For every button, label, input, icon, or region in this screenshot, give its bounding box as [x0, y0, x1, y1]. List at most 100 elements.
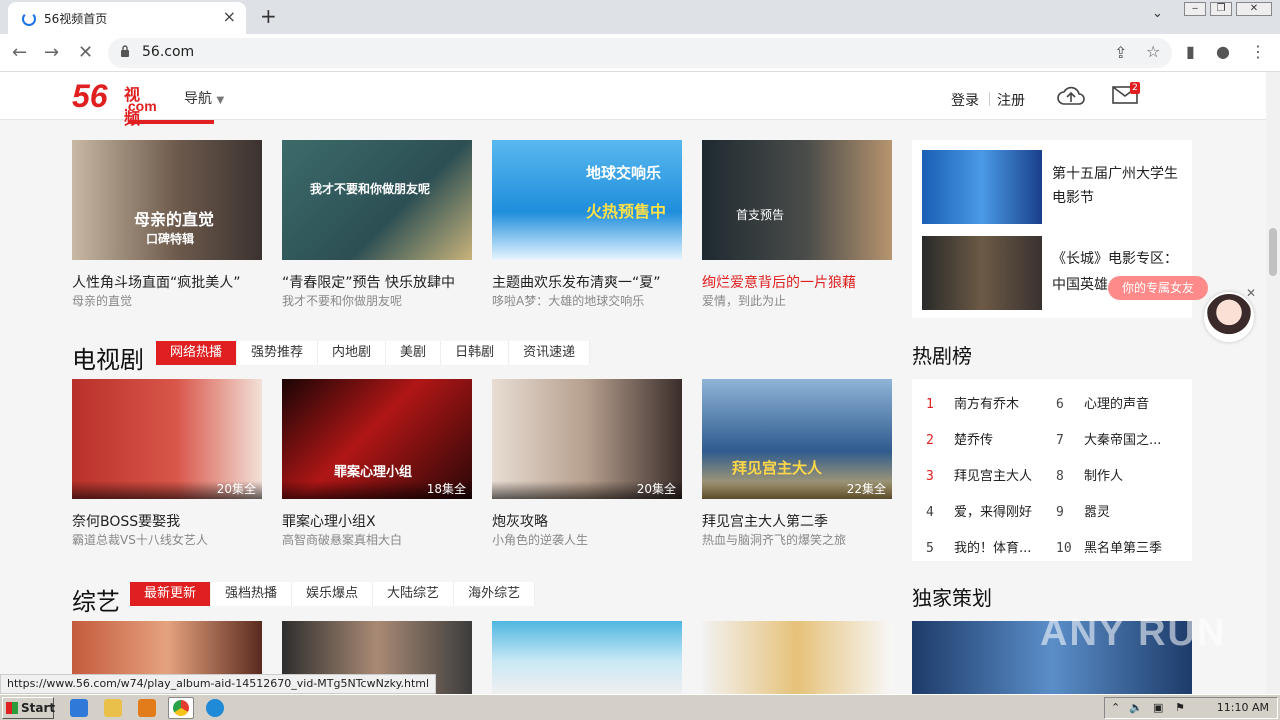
tv-title-1[interactable]: 奈何BOSS要娶我 [72, 511, 262, 531]
profile-icon[interactable]: ● [1216, 42, 1230, 61]
tab-variety-2[interactable]: 娱乐爆点 [292, 582, 374, 606]
movie-title-1[interactable]: 人性角斗场直面“疯批美人” [72, 272, 262, 292]
upload-cloud-icon[interactable] [1056, 84, 1086, 108]
edge-icon[interactable] [206, 699, 224, 717]
rank-item[interactable]: 6 心理的声音 [1056, 393, 1149, 412]
media-player-icon[interactable] [138, 699, 156, 717]
movie-thumb-3[interactable]: 地球交响乐 火热预售中 [492, 140, 682, 260]
movie-thumb-4[interactable]: 首支预告 [702, 140, 892, 260]
tab-tv-0[interactable]: 网络热播 [156, 341, 238, 365]
back-icon[interactable]: ← [12, 42, 27, 63]
tab-close-icon[interactable]: × [223, 7, 236, 26]
share-icon[interactable]: ⇪ [1114, 43, 1127, 62]
folder-icon[interactable] [104, 699, 122, 717]
tab-search-chevron-icon[interactable]: ⌄ [1152, 6, 1163, 21]
volume-icon[interactable]: 🔈 [1129, 701, 1143, 714]
clock: 11:10 AM [1216, 701, 1269, 714]
tab-variety-4[interactable]: 海外综艺 [454, 582, 536, 606]
system-tray: ⌃ 🔈 ▣ ⚑ 11:10 AM [1104, 697, 1278, 719]
rank-item[interactable]: 9 嚣灵 [1056, 501, 1110, 520]
tab-variety-0[interactable]: 最新更新 [130, 582, 212, 606]
bookmark-star-icon[interactable]: ☆ [1146, 42, 1160, 61]
page-scrollbar[interactable] [1266, 72, 1280, 694]
login-link[interactable]: 登录 [951, 90, 979, 110]
tv-sub-1[interactable]: 霸道总裁VS十八线女艺人 [72, 531, 262, 548]
tv-thumb-4[interactable]: 拜见宫主大人 22集全 [702, 379, 892, 499]
tv-title-3[interactable]: 炮灰攻略 [492, 511, 682, 531]
variety-thumb-4[interactable] [702, 621, 892, 694]
hot-ranking-box: 1 南方有乔木 2 楚乔传 3 拜见宫主大人 4 爱，来得刚好 5 我的！体育... 6心… [912, 379, 1192, 561]
movie-sub-4[interactable]: 爱情，到此为止 [702, 292, 892, 309]
tv-title-2[interactable]: 罪案心理小组X [282, 511, 472, 531]
tv-thumb-1[interactable]: 20集全 [72, 379, 262, 499]
restore-icon[interactable]: ❐ [1210, 2, 1232, 16]
divider [989, 92, 990, 106]
tab-tv-3[interactable]: 美剧 [386, 341, 442, 365]
start-button[interactable]: Start [2, 697, 55, 719]
popup-close-icon[interactable]: ✕ [1246, 286, 1256, 300]
tray-chevron-icon[interactable]: ⌃ [1111, 701, 1120, 714]
feature-title-1[interactable]: 第十五届广州大学生 电影节 [1052, 162, 1178, 210]
movie-sub-3[interactable]: 哆啦A梦：大雄的地球交响乐 [492, 292, 682, 309]
tab-tv-4[interactable]: 日韩剧 [441, 341, 510, 365]
tab-tv-5[interactable]: 资讯速递 [509, 341, 591, 365]
chrome-taskbar-button[interactable] [168, 697, 194, 719]
movie-title-2[interactable]: “青春限定”预告 快乐放肆中 [282, 272, 472, 292]
tv-tabs: 网络热播 强势推荐 内地剧 美剧 日韩剧 资讯速递 [156, 341, 591, 365]
tv-thumb-3[interactable]: 20集全 [492, 379, 682, 499]
rank-item[interactable]: 10 黑名单第三季 [1056, 537, 1162, 556]
rank-item[interactable]: 2 楚乔传 [926, 429, 993, 448]
tv-section-heading: 电视剧 [72, 346, 144, 374]
nav-dropdown[interactable]: 导航 ▼ [184, 88, 224, 108]
network-icon[interactable]: ▣ [1153, 701, 1163, 714]
side-panel-icon[interactable]: ▮ [1186, 42, 1195, 61]
rank-item[interactable]: 1 南方有乔木 [926, 393, 1019, 412]
flag-tray-icon[interactable]: ⚑ [1175, 701, 1185, 714]
episode-badge: 20集全 [216, 482, 256, 496]
tab-title: 56视频首页 [44, 12, 108, 26]
tab-tv-1[interactable]: 强势推荐 [237, 341, 319, 365]
windows-taskbar: Start ⌃ 🔈 ▣ ⚑ 11:10 AM [0, 694, 1280, 720]
mail-badge: 2 [1130, 82, 1140, 94]
tv-sub-2[interactable]: 高智商破悬案真相大白 [282, 531, 472, 548]
ie-icon[interactable] [70, 699, 88, 717]
window-close-icon[interactable]: ✕ [1236, 2, 1272, 16]
episode-badge: 22集全 [846, 482, 886, 496]
tv-sub-4[interactable]: 热血与脑洞齐飞的爆笑之旅 [702, 531, 892, 548]
movie-title-3[interactable]: 主题曲欢乐发布清爽一“夏” [492, 272, 682, 292]
movie-sub-1[interactable]: 母亲的直觉 [72, 292, 262, 309]
browser-tab[interactable]: 56视频首页 × [8, 2, 246, 34]
tab-tv-2[interactable]: 内地剧 [318, 341, 387, 365]
variety-tabs: 最新更新 强档热播 娱乐爆点 大陆综艺 海外综艺 [130, 582, 536, 606]
rank-item[interactable]: 3 拜见宫主大人 [926, 465, 1032, 484]
movie-title-4[interactable]: 绚烂爱意背后的一片狼藉 [702, 272, 892, 292]
address-bar[interactable]: 56.com ⇪ ☆ [108, 38, 1172, 68]
forward-icon[interactable]: → [44, 42, 59, 63]
menu-icon[interactable]: ⋮ [1250, 42, 1266, 61]
tab-variety-1[interactable]: 强档热播 [211, 582, 293, 606]
rank-item[interactable]: 7 大秦帝国之... [1056, 429, 1161, 448]
tv-title-4[interactable]: 拜见宫主大人第二季 [702, 511, 892, 531]
rank-item[interactable]: 5 我的！体育... [926, 537, 1031, 556]
variety-thumb-3[interactable] [492, 621, 682, 694]
minimize-icon[interactable]: ‒ [1184, 2, 1206, 16]
site-logo[interactable]: 56 视频 .com [72, 78, 157, 128]
watermark-logo: ANY RUN [1040, 612, 1227, 654]
movie-thumb-1[interactable]: 母亲的直觉 口碑特辑 [72, 140, 262, 260]
movie-sub-2[interactable]: 我才不要和你做朋友呢 [282, 292, 472, 309]
feature-thumb-2[interactable] [922, 236, 1042, 310]
windows-flag-icon [6, 702, 18, 714]
new-tab-icon[interactable]: + [260, 4, 277, 28]
stop-loading-icon[interactable]: ✕ [78, 42, 93, 63]
movie-thumb-2[interactable]: 我才不要和你做朋友呢 [282, 140, 472, 260]
tv-sub-3[interactable]: 小角色的逆袭人生 [492, 531, 682, 548]
tv-thumb-2[interactable]: 罪案心理小组 18集全 [282, 379, 472, 499]
feature-thumb-1[interactable] [922, 150, 1042, 224]
scrollbar-thumb[interactable] [1269, 228, 1277, 276]
exclusive-section-heading: 独家策划 [912, 586, 992, 610]
rank-item[interactable]: 4 爱，来得刚好 [926, 501, 1032, 520]
girlfriend-popup-button[interactable]: 你的专属女友 [1108, 276, 1208, 300]
register-link[interactable]: 注册 [997, 90, 1025, 110]
tab-variety-3[interactable]: 大陆综艺 [373, 582, 455, 606]
rank-item[interactable]: 8 制作人 [1056, 465, 1123, 484]
